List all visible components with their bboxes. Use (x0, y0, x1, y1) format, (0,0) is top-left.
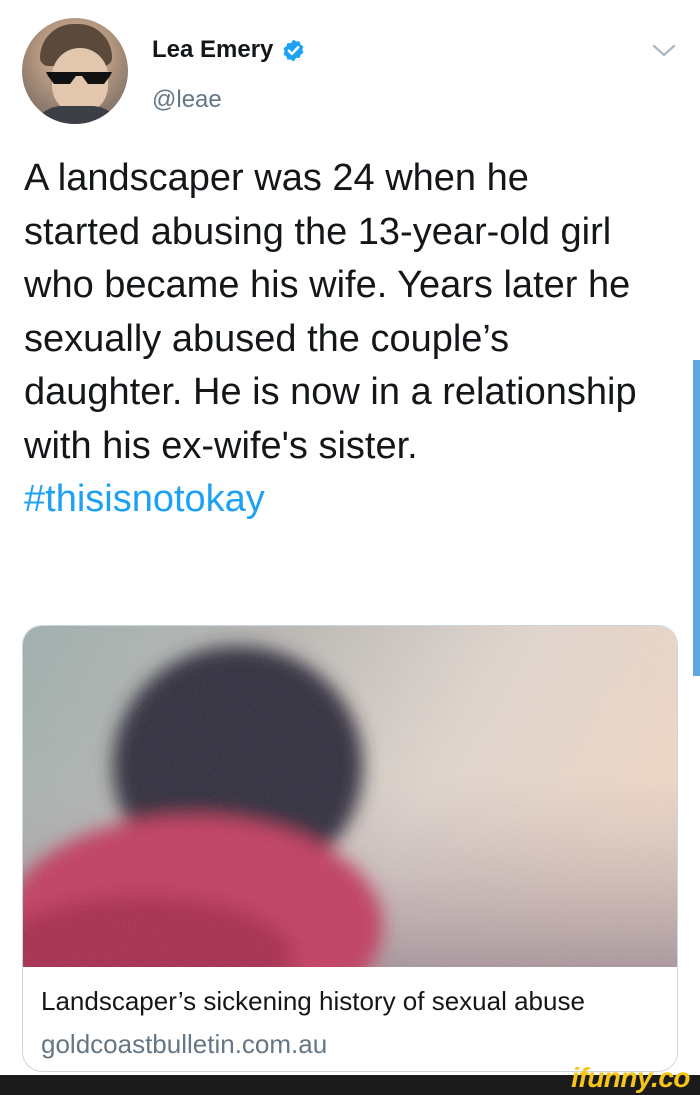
avatar-shirt (32, 106, 122, 124)
link-card[interactable]: Landscaper’s sickening history of sexual… (22, 625, 678, 1072)
tweet-text: A landscaper was 24 when he started abus… (24, 152, 654, 527)
author-name-row: Lea Emery (152, 36, 306, 64)
hashtag-link[interactable]: #thisisnotokay (24, 478, 265, 520)
author-handle[interactable]: @leae (152, 86, 222, 114)
chevron-down-icon[interactable] (650, 40, 678, 60)
ifunny-watermark: ifunny.co (571, 1062, 690, 1093)
verified-badge-icon (284, 39, 304, 61)
tweet-body: A landscaper was 24 when he started abus… (24, 157, 637, 467)
author-name[interactable]: Lea Emery (152, 36, 273, 64)
scrollbar[interactable] (693, 360, 700, 676)
sunglasses-icon (46, 72, 112, 84)
card-image (23, 626, 677, 967)
card-title[interactable]: Landscaper’s sickening history of sexual… (41, 986, 585, 1017)
card-domain: goldcoastbulletin.com.au (41, 1029, 328, 1059)
avatar[interactable] (22, 18, 128, 124)
